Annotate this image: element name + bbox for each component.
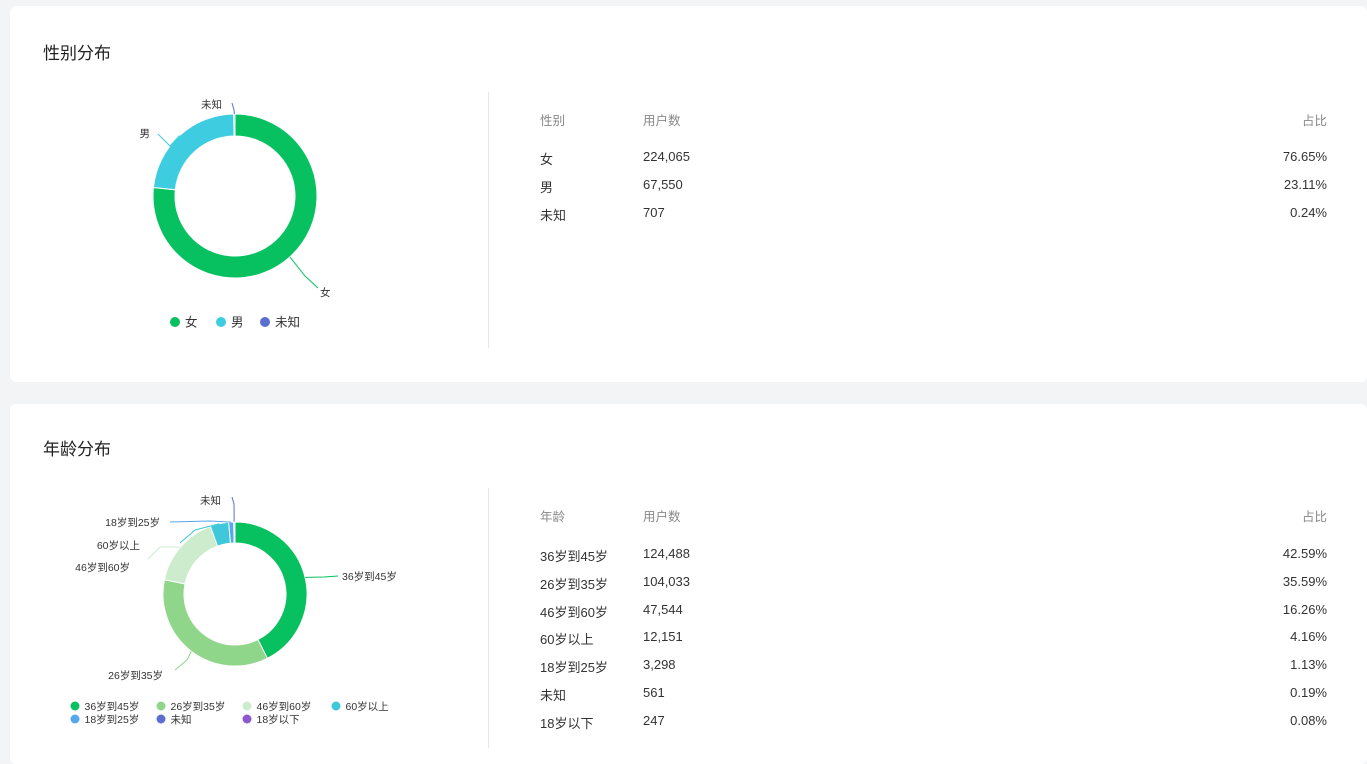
table-cell-percent: 0.24% <box>1290 205 1327 220</box>
gender-distribution-card: 性别分布 女男未知女男未知 性别 用户数 占比 女 224,065 76.65%… <box>10 6 1367 382</box>
slice-label: 女 <box>320 286 331 299</box>
table-cell-label: 46岁到60岁 <box>540 602 608 621</box>
table-cell-count: 247 <box>643 713 665 728</box>
pie-slice[interactable] <box>153 114 234 190</box>
legend-label[interactable]: 女 <box>185 315 198 330</box>
slice-label: 60岁以上 <box>97 539 140 552</box>
age-distribution-card: 年龄分布 36岁到45岁26岁到35岁46岁到60岁60岁以上18岁到25岁未知… <box>10 404 1367 764</box>
legend-label[interactable]: 26岁到35岁 <box>171 700 226 713</box>
legend-marker[interactable] <box>71 702 80 711</box>
legend-label[interactable]: 18岁到25岁 <box>85 713 140 726</box>
slice-label: 未知 <box>201 98 222 111</box>
table-cell-percent: 23.11% <box>1284 177 1327 192</box>
table-header-percent: 占比 <box>1302 506 1327 525</box>
table-header-gender: 性别 <box>540 110 565 129</box>
slice-leader-line <box>175 651 191 670</box>
table-cell-percent: 4.16% <box>1290 629 1327 644</box>
legend-label[interactable]: 男 <box>231 316 244 330</box>
legend-marker[interactable] <box>243 702 252 711</box>
slice-label: 未知 <box>200 494 221 507</box>
table-cell-count: 561 <box>643 685 665 700</box>
table-cell-percent: 76.65% <box>1283 149 1327 164</box>
slice-leader-line <box>170 521 231 522</box>
table-header-users: 用户数 <box>643 110 681 129</box>
table-cell-percent: 0.19% <box>1290 685 1327 700</box>
table-cell-label: 26岁到35岁 <box>540 574 608 593</box>
slice-leader-line <box>232 103 234 114</box>
table-cell-label: 18岁以下 <box>540 713 593 732</box>
table-cell-count: 224,065 <box>643 149 690 164</box>
table-cell-count: 104,033 <box>643 574 690 589</box>
pie-slice[interactable] <box>163 580 267 666</box>
legend-marker[interactable] <box>260 317 270 327</box>
table-cell-count: 12,151 <box>643 629 683 644</box>
section-divider <box>488 92 489 348</box>
legend-marker[interactable] <box>71 715 80 724</box>
table-header-percent: 占比 <box>1302 110 1327 129</box>
age-donut-chart: 36岁到45岁26岁到35岁46岁到60岁60岁以上18岁到25岁未知36岁到4… <box>10 404 488 751</box>
slice-leader-line <box>232 497 234 522</box>
table-cell-count: 67,550 <box>643 177 683 192</box>
slice-label: 46岁到60岁 <box>75 561 130 574</box>
slice-label: 26岁到35岁 <box>108 669 163 682</box>
table-cell-count: 707 <box>643 205 665 220</box>
legend-label[interactable]: 60岁以上 <box>346 700 389 713</box>
pie-slice[interactable] <box>164 526 217 584</box>
table-cell-percent: 42.59% <box>1283 546 1327 561</box>
legend-label[interactable]: 未知 <box>171 713 192 726</box>
slice-leader-line <box>305 576 338 577</box>
table-cell-percent: 0.08% <box>1290 713 1327 728</box>
legend-label[interactable]: 18岁以下 <box>257 713 300 726</box>
legend-marker[interactable] <box>157 702 166 711</box>
slice-label: 18岁到25岁 <box>105 516 160 529</box>
table-cell-count: 47,544 <box>643 602 683 617</box>
section-divider <box>488 488 489 748</box>
pie-slice[interactable] <box>234 114 235 136</box>
table-cell-percent: 1.13% <box>1290 657 1327 672</box>
slice-leader-line <box>290 257 318 288</box>
table-cell-label: 18岁到25岁 <box>540 657 608 676</box>
legend-marker[interactable] <box>243 715 252 724</box>
legend-label[interactable]: 未知 <box>275 316 300 330</box>
gender-donut-chart: 女男未知女男未知 <box>10 6 488 382</box>
table-cell-count: 124,488 <box>643 546 690 561</box>
table-cell-label: 36岁到45岁 <box>540 546 608 565</box>
slice-label: 36岁到45岁 <box>342 570 397 583</box>
legend-marker[interactable] <box>157 715 166 724</box>
table-cell-label: 未知 <box>540 205 566 224</box>
table-cell-label: 未知 <box>540 685 566 704</box>
legend-marker[interactable] <box>332 702 341 711</box>
table-cell-label: 女 <box>540 149 553 168</box>
legend-label[interactable]: 46岁到60岁 <box>257 700 312 713</box>
table-cell-label: 60岁以上 <box>540 629 593 648</box>
legend-marker[interactable] <box>170 317 180 327</box>
legend-marker[interactable] <box>216 317 226 327</box>
table-cell-label: 男 <box>540 177 553 196</box>
table-cell-percent: 35.59% <box>1283 574 1327 589</box>
pie-slice[interactable] <box>235 522 307 658</box>
table-cell-percent: 16.26% <box>1283 602 1327 617</box>
legend-label[interactable]: 36岁到45岁 <box>85 700 140 713</box>
slice-label: 男 <box>140 128 151 140</box>
table-cell-count: 3,298 <box>643 657 676 672</box>
table-header-users: 用户数 <box>643 506 681 525</box>
table-header-age: 年龄 <box>540 506 565 525</box>
